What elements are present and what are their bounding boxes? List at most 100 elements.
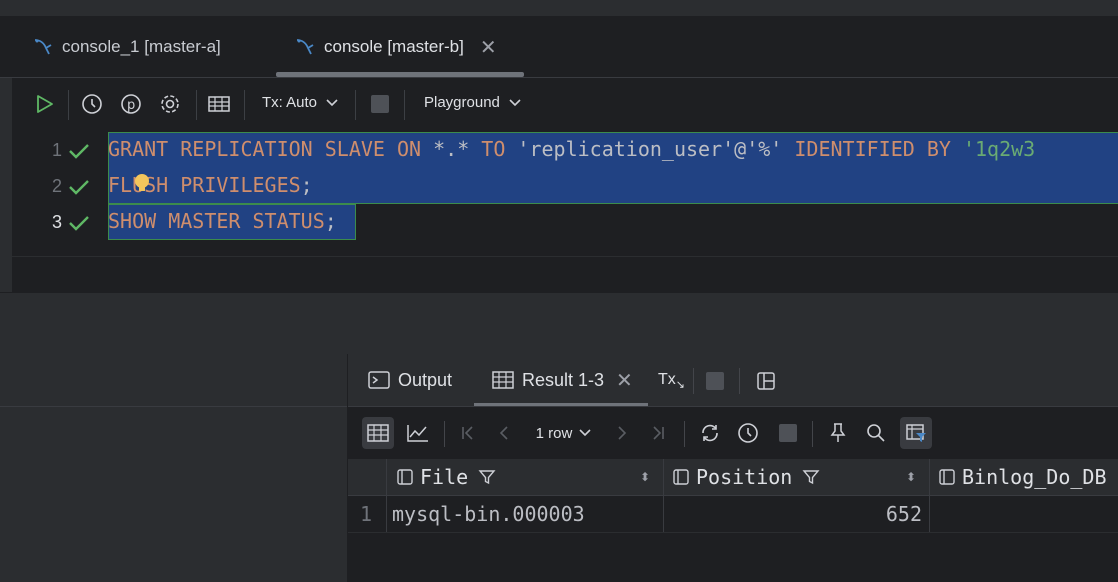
tab-console[interactable]: console [master-b] ✕	[294, 17, 497, 77]
play-icon	[37, 95, 53, 113]
explain-plan-button[interactable]: p	[117, 90, 145, 118]
table-row[interactable]: 1 mysql-bin.000003 652	[348, 496, 1118, 533]
services-panel	[0, 354, 348, 582]
sort-icon[interactable]: ⬍	[906, 459, 916, 495]
svg-text:p: p	[127, 98, 135, 113]
chevron-right-icon	[618, 426, 627, 440]
first-page-button[interactable]	[452, 417, 484, 449]
column-label: Position	[696, 465, 793, 489]
page-size-dropdown[interactable]: 1 row	[532, 417, 596, 449]
row-number: 1	[360, 502, 373, 526]
tab-label: console [master-b]	[324, 37, 464, 56]
clock-icon	[82, 94, 102, 114]
pin-icon	[830, 423, 846, 442]
database-console-icon	[32, 36, 54, 58]
filter-icon	[802, 470, 820, 485]
column-label: File	[420, 465, 469, 489]
column-icon	[397, 469, 413, 485]
column-header-position[interactable]: Position	[672, 459, 820, 495]
active-tab-indicator	[276, 72, 524, 77]
window-top-strip	[0, 0, 1118, 17]
panel-divider	[0, 292, 1118, 355]
stop-icon[interactable]	[706, 372, 724, 390]
last-page-icon	[653, 426, 664, 440]
cell-position[interactable]: 652	[664, 496, 922, 532]
first-page-icon	[462, 426, 473, 440]
database-console-icon	[294, 36, 316, 58]
close-icon[interactable]: ✕	[480, 35, 497, 60]
editor-tab-bar: console_1 [master-a] console [master-b] …	[0, 17, 1118, 78]
refresh-icon	[702, 424, 718, 442]
check-icon	[68, 214, 90, 232]
left-edge-strip	[0, 78, 12, 292]
filter-view-button[interactable]	[900, 417, 932, 449]
reload-button[interactable]	[694, 417, 726, 449]
history-button[interactable]	[78, 90, 106, 118]
next-page-button[interactable]	[606, 417, 638, 449]
search-button[interactable]	[860, 417, 892, 449]
column-icon	[939, 469, 955, 485]
console-toolbar: p Tx: Auto Playground	[12, 78, 1118, 133]
playground-mode-dropdown[interactable]: Playground	[424, 94, 522, 111]
check-icon	[68, 142, 90, 160]
previous-page-button[interactable]	[488, 417, 520, 449]
results-tab-bar: Output Result 1-3 ✕ Tx ↘	[348, 354, 1118, 407]
settings-button[interactable]	[156, 90, 184, 118]
tab-label: console_1 [master-a]	[62, 37, 221, 56]
line-number: 1	[51, 140, 62, 160]
chevron-down-icon	[508, 98, 522, 108]
results-toolbar: 1 row	[348, 407, 1118, 459]
table-grid-icon	[492, 370, 514, 390]
table-view-button[interactable]	[205, 90, 233, 118]
last-page-button[interactable]	[642, 417, 674, 449]
tab-label: Output	[398, 369, 453, 390]
transaction-mode-dropdown[interactable]: Tx: Auto	[262, 94, 339, 111]
line-gutter	[12, 132, 117, 240]
results-column-header: File ⬍ Position ⬍ Binlog_Do_DB	[348, 459, 1118, 533]
table-grid-icon	[208, 96, 230, 112]
tab-output[interactable]: Output	[368, 354, 452, 406]
code-line-1: GRANT REPLICATION SLAVE ON *.* TO 'repli…	[108, 137, 1036, 161]
column-header-file[interactable]: File	[396, 459, 496, 495]
chart-view-button[interactable]	[402, 417, 434, 449]
active-tab-indicator	[474, 403, 648, 406]
playground-label: Playground	[424, 94, 500, 111]
filter-table-icon	[906, 424, 926, 442]
chevron-down-icon	[579, 429, 591, 437]
line-number: 2	[51, 176, 62, 196]
column-icon	[673, 469, 689, 485]
tab-label: Result 1-3	[522, 369, 605, 390]
tab-console-1[interactable]: console_1 [master-a]	[32, 17, 221, 77]
tx-label: Tx	[658, 371, 676, 388]
tx-subscript-icon: ↘	[675, 378, 685, 391]
editor-bottom	[12, 240, 1118, 257]
p-circle-icon: p	[121, 94, 141, 114]
table-grid-icon	[367, 424, 389, 442]
column-label: Binlog_Do_DB	[962, 465, 1107, 489]
cell-file[interactable]: mysql-bin.000003	[392, 496, 585, 532]
check-icon	[68, 178, 90, 196]
stop-button[interactable]	[366, 90, 394, 118]
chevron-left-icon	[499, 426, 508, 440]
stop-button[interactable]	[772, 417, 804, 449]
chevron-down-icon	[325, 98, 339, 108]
column-header-binlog-do-db[interactable]: Binlog_Do_DB	[938, 459, 1107, 495]
stop-icon	[371, 95, 389, 113]
line-number: 3	[51, 212, 62, 232]
lightbulb-icon[interactable]	[133, 172, 151, 196]
divider	[0, 406, 347, 407]
console-output-icon	[368, 370, 390, 390]
history-button[interactable]	[732, 417, 764, 449]
stop-icon	[779, 424, 797, 442]
table-view-button[interactable]	[362, 417, 394, 449]
layout-icon[interactable]	[756, 371, 776, 391]
pin-tab-button[interactable]	[822, 417, 854, 449]
run-button[interactable]	[30, 90, 58, 118]
tab-result-1-3[interactable]: Result 1-3 ✕	[492, 354, 633, 406]
close-icon[interactable]: ✕	[616, 368, 633, 393]
sort-icon[interactable]: ⬍	[640, 459, 650, 495]
line-chart-icon	[407, 425, 428, 442]
search-icon	[867, 424, 885, 442]
clock-icon	[738, 423, 758, 443]
tx-button[interactable]: Tx ↘	[658, 354, 685, 406]
